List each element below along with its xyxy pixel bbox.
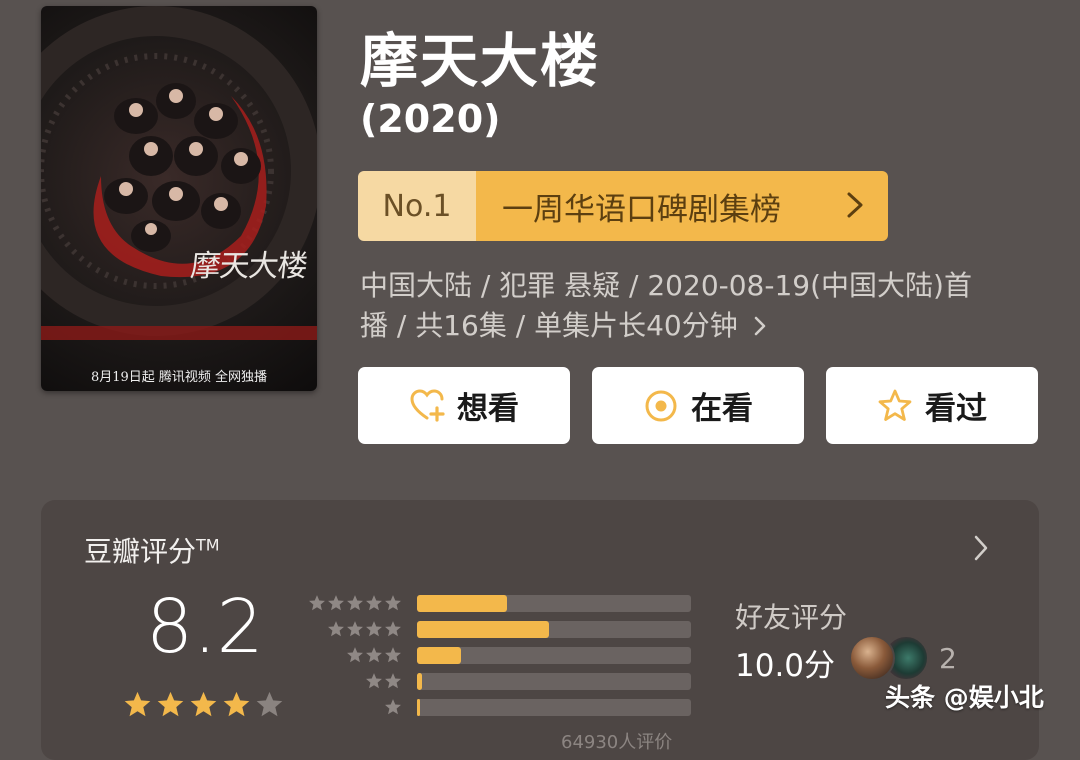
friends-avatars[interactable]: [849, 635, 929, 681]
distribution-bar-fill: [417, 595, 508, 612]
friends-rating-score: 10.0分: [735, 648, 836, 684]
friends-count: 2: [939, 642, 957, 675]
chevron-right-icon: [847, 192, 863, 218]
want-to-watch-label: 想看: [457, 391, 519, 427]
distribution-bar-track: [417, 647, 691, 664]
douban-rating-card[interactable]: 豆瓣评分TM 8.2 64930人评价 好友评分 10.0分 2: [41, 500, 1039, 760]
star-small-icon: [328, 621, 344, 637]
rating-label: 豆瓣评分TM: [84, 530, 220, 570]
star-filled-icon: [157, 691, 184, 717]
chevron-right-icon: [754, 316, 765, 336]
rating-score: 8.2: [146, 584, 264, 670]
rating-label-text: 豆瓣评分: [84, 535, 197, 568]
distribution-bar-fill: [417, 699, 420, 716]
avatar: [849, 635, 895, 681]
poster-release-line: 8月19日起 腾讯视频 全网独播: [90, 370, 268, 385]
poster-image[interactable]: 摩天大楼 8月19日起 腾讯视频 全网独播: [41, 6, 317, 391]
star-outline-icon: [878, 389, 912, 421]
star-small-icon: [328, 595, 344, 611]
star-filled-icon: [124, 691, 151, 717]
star-small-icon: [366, 595, 382, 611]
rank-badge[interactable]: No.1 一周华语口碑剧集榜: [358, 171, 888, 241]
trademark-mark: TM: [196, 535, 220, 555]
star-filled-icon: [190, 691, 217, 717]
star-small-icon: [385, 621, 401, 637]
distribution-bar-track: [417, 621, 691, 638]
watched-button[interactable]: 看过: [826, 367, 1038, 444]
distribution-bar-track: [417, 673, 691, 690]
star-small-icon: [366, 673, 382, 689]
release-year: (2020): [360, 97, 501, 141]
distribution-stars: [308, 594, 402, 612]
distribution-bar-track: [417, 595, 691, 612]
watched-label: 看过: [925, 391, 987, 427]
star-small-icon: [366, 621, 382, 637]
distribution-bar-track: [417, 699, 691, 716]
chevron-right-icon[interactable]: [973, 534, 989, 562]
meta-line-2: 播 / 共16集 / 单集片长40分钟: [360, 306, 1040, 346]
distribution-bar-fill: [417, 647, 461, 664]
show-meta-info[interactable]: 中国大陆 / 犯罪 悬疑 / 2020-08-19(中国大陆)首 播 / 共16…: [360, 266, 1040, 346]
meta-line-2-text: 播 / 共16集 / 单集片长40分钟: [360, 309, 738, 342]
star-small-icon: [385, 673, 401, 689]
rank-label-area: 一周华语口碑剧集榜: [476, 171, 888, 241]
watching-label: 在看: [691, 391, 753, 427]
star-small-icon: [366, 647, 382, 663]
rank-number: No.1: [358, 171, 476, 241]
distribution-stars: [346, 646, 402, 664]
poster-artwork: [41, 6, 317, 340]
star-small-icon: [347, 647, 363, 663]
target-circle-icon: [645, 390, 677, 421]
watermark: 头条 @娱小北: [885, 683, 1044, 712]
star-small-icon: [385, 647, 401, 663]
distribution-stars: [384, 698, 402, 716]
average-stars: [123, 690, 284, 719]
distribution-stars: [327, 620, 402, 638]
distribution-stars: [365, 672, 402, 690]
watching-button[interactable]: 在看: [592, 367, 804, 444]
friends-rating-label: 好友评分: [735, 601, 848, 634]
star-small-icon: [385, 595, 401, 611]
poster-title-art: 摩天大楼: [188, 249, 309, 284]
heart-plus-icon: [410, 388, 445, 422]
meta-line-1: 中国大陆 / 犯罪 悬疑 / 2020-08-19(中国大陆)首: [360, 269, 972, 302]
star-small-icon: [309, 595, 325, 611]
star-small-icon: [347, 621, 363, 637]
want-to-watch-button[interactable]: 想看: [358, 367, 570, 444]
page-title: 摩天大楼: [360, 27, 601, 95]
star-empty-icon: [256, 691, 283, 717]
distribution-bar-fill: [417, 621, 549, 638]
rank-label: 一周华语口碑剧集榜: [502, 191, 781, 228]
star-filled-icon: [223, 691, 250, 717]
distribution-bar-fill: [417, 673, 423, 690]
star-small-icon: [347, 595, 363, 611]
star-small-icon: [385, 699, 401, 715]
